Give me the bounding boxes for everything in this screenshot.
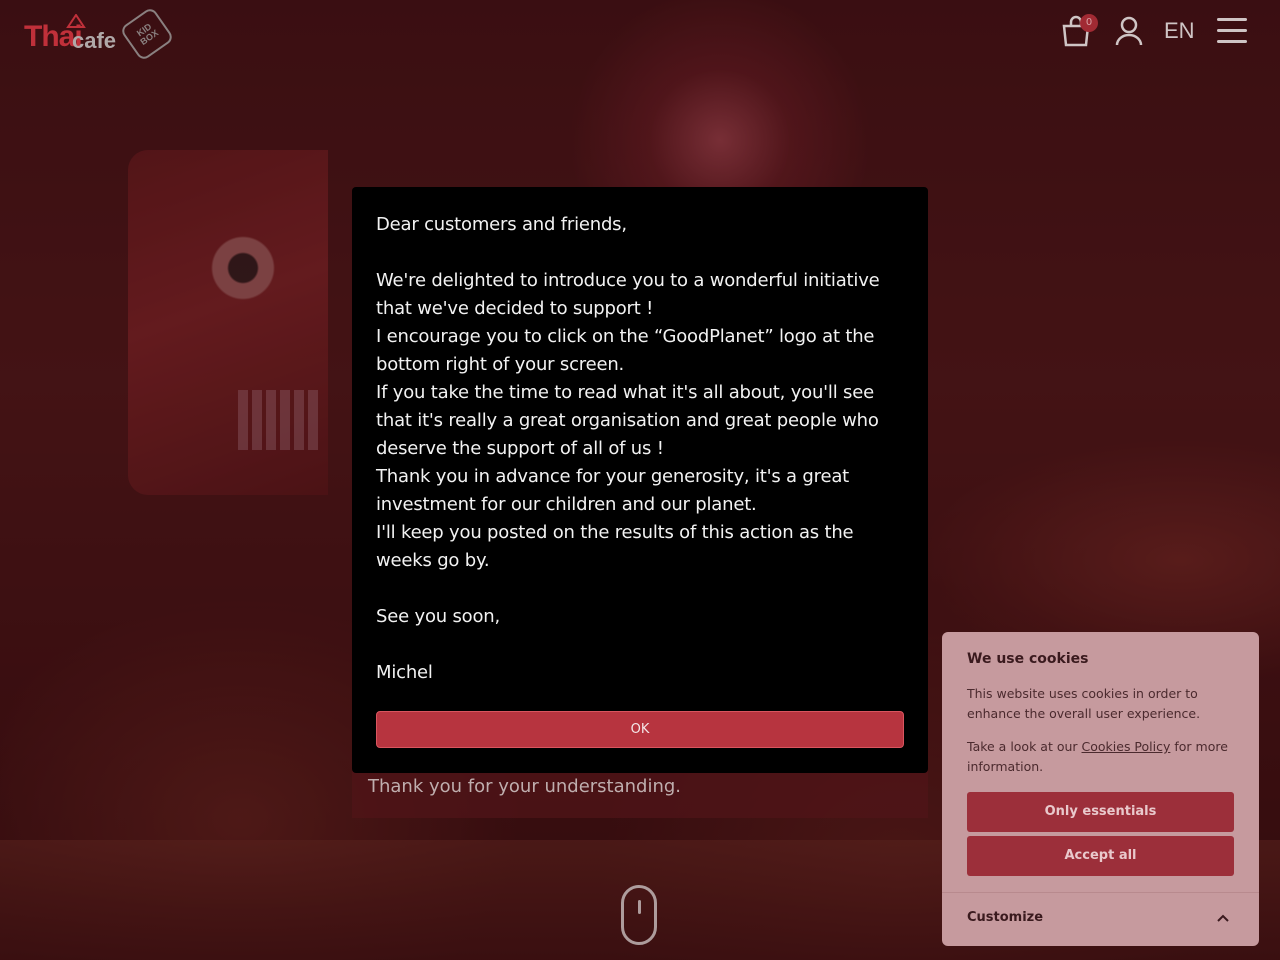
cookie-divider bbox=[942, 892, 1259, 893]
cookie-policy-text: Take a look at our Cookies Policy for mo… bbox=[967, 737, 1242, 777]
modal-line: We're delighted to introduce you to a wo… bbox=[376, 270, 880, 319]
only-essentials-button[interactable]: Only essentials bbox=[967, 792, 1234, 832]
language-selector[interactable]: EN bbox=[1164, 18, 1195, 44]
modal-line: Thank you in advance for your generosity… bbox=[376, 466, 850, 515]
underlying-message-text: Thank you for your understanding. bbox=[368, 776, 682, 797]
modal-line: See you soon, bbox=[376, 606, 501, 627]
user-icon[interactable] bbox=[1112, 14, 1146, 48]
modal-line: I'll keep you posted on the results of t… bbox=[376, 522, 854, 571]
cookie-policy-prefix: Take a look at our bbox=[967, 739, 1082, 754]
thai-cafe-logo[interactable]: Thai cafe bbox=[24, 14, 116, 54]
chevron-up-icon[interactable] bbox=[1216, 912, 1230, 924]
accept-all-button[interactable]: Accept all bbox=[967, 836, 1234, 876]
cookie-banner: We use cookies This website uses cookies… bbox=[942, 632, 1259, 946]
cookie-title: We use cookies bbox=[967, 651, 1089, 667]
logo-sub-text: cafe bbox=[72, 28, 117, 53]
modal-line: Dear customers and friends, bbox=[376, 214, 627, 235]
announcement-modal: Dear customers and friends, We're deligh… bbox=[352, 187, 928, 773]
kid-box-logo[interactable]: KID BOX bbox=[119, 6, 175, 62]
modal-line: If you take the time to read what it's a… bbox=[376, 382, 879, 459]
menu-icon[interactable] bbox=[1215, 14, 1249, 48]
mouse-scroll-icon bbox=[621, 885, 657, 945]
customize-toggle[interactable]: Customize bbox=[967, 910, 1043, 925]
site-header: Thai cafe KID BOX 0 EN bbox=[0, 0, 1280, 64]
modal-signature: Michel bbox=[376, 662, 433, 683]
cookies-policy-link[interactable]: Cookies Policy bbox=[1082, 739, 1171, 754]
modal-line: I encourage you to click on the “GoodPla… bbox=[376, 326, 875, 375]
cookie-description: This website uses cookies in order to en… bbox=[967, 686, 1201, 721]
ok-button[interactable]: OK bbox=[376, 711, 904, 748]
cart-count-badge: 0 bbox=[1080, 14, 1098, 32]
